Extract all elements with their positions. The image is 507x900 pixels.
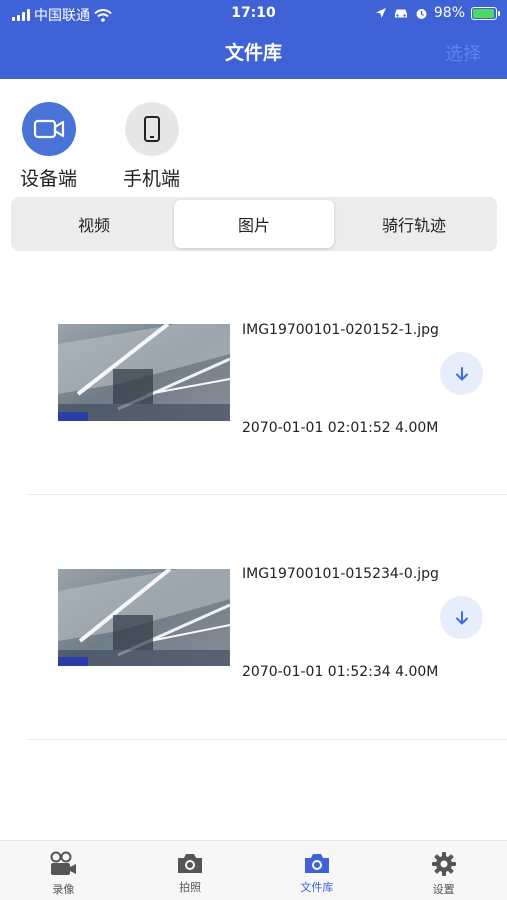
- camera-icon: [178, 854, 203, 873]
- source-phone-button[interactable]: 手机端: [123, 102, 180, 191]
- battery-percent: 98%: [433, 5, 465, 21]
- nav-label-settings: 设置: [432, 883, 455, 896]
- phone-icon: [143, 116, 160, 142]
- file-list-item[interactable]: IMG19700101-020152-1.jpg 2070-01-01 02:0…: [0, 252, 507, 497]
- tab-riding-track[interactable]: 骑行轨迹: [334, 200, 494, 248]
- file-thumbnail[interactable]: [58, 324, 230, 421]
- file-list-item[interactable]: IMG19700101-015234-0.jpg 2070-01-01 01:5…: [0, 496, 507, 741]
- bottom-navigation: 录像 拍照 文件库 设置: [0, 840, 507, 900]
- nav-item-record[interactable]: 录像: [0, 841, 127, 900]
- status-right: 98%: [375, 5, 500, 21]
- nav-label-photo: 拍照: [179, 881, 202, 894]
- nav-label-record: 录像: [52, 883, 75, 896]
- list-divider: [26, 494, 507, 495]
- file-meta: 2070-01-01 02:01:52 4.00M: [242, 420, 439, 436]
- thumbnail-image: [58, 324, 230, 421]
- tab-images[interactable]: 图片: [174, 200, 334, 248]
- video-camera-icon: [33, 119, 64, 139]
- battery-icon: [471, 6, 500, 20]
- location-icon: [375, 8, 386, 18]
- top-bar: 中国联通 17:10 98% 文件库 选择: [0, 0, 507, 79]
- list-divider: [26, 739, 507, 740]
- download-button[interactable]: [440, 352, 483, 395]
- source-phone-label: 手机端: [123, 168, 181, 190]
- tab-video[interactable]: 视频: [14, 200, 174, 248]
- source-device-button[interactable]: 设备端: [20, 102, 77, 191]
- download-arrow-icon: [455, 610, 468, 624]
- source-device-label: 设备端: [20, 168, 78, 190]
- source-device-circle: [21, 102, 76, 156]
- file-type-tabs: 视频 图片 骑行轨迹: [11, 197, 497, 251]
- source-phone-circle: [124, 102, 179, 156]
- file-name: IMG19700101-020152-1.jpg: [242, 322, 439, 338]
- file-thumbnail[interactable]: [58, 569, 230, 666]
- thumbnail-image: [58, 569, 230, 666]
- page-title: 文件库: [224, 42, 282, 64]
- car-icon: [394, 9, 407, 18]
- download-arrow-icon: [455, 366, 468, 380]
- alarm-icon: [416, 8, 427, 19]
- status-bar: 中国联通 17:10 98%: [0, 0, 507, 28]
- battery-fill: [473, 8, 494, 18]
- file-library-icon: [304, 854, 329, 873]
- video-record-icon: [50, 851, 77, 875]
- nav-label-file-library: 文件库: [300, 881, 334, 894]
- select-button[interactable]: 选择: [445, 40, 481, 66]
- file-meta: 2070-01-01 01:52:34 4.00M: [242, 664, 439, 680]
- file-name: IMG19700101-015234-0.jpg: [242, 566, 439, 582]
- gear-icon: [431, 852, 456, 876]
- nav-item-file-library[interactable]: 文件库: [254, 841, 381, 900]
- nav-item-settings[interactable]: 设置: [380, 841, 507, 900]
- download-button[interactable]: [440, 596, 483, 639]
- nav-item-photo[interactable]: 拍照: [127, 841, 254, 900]
